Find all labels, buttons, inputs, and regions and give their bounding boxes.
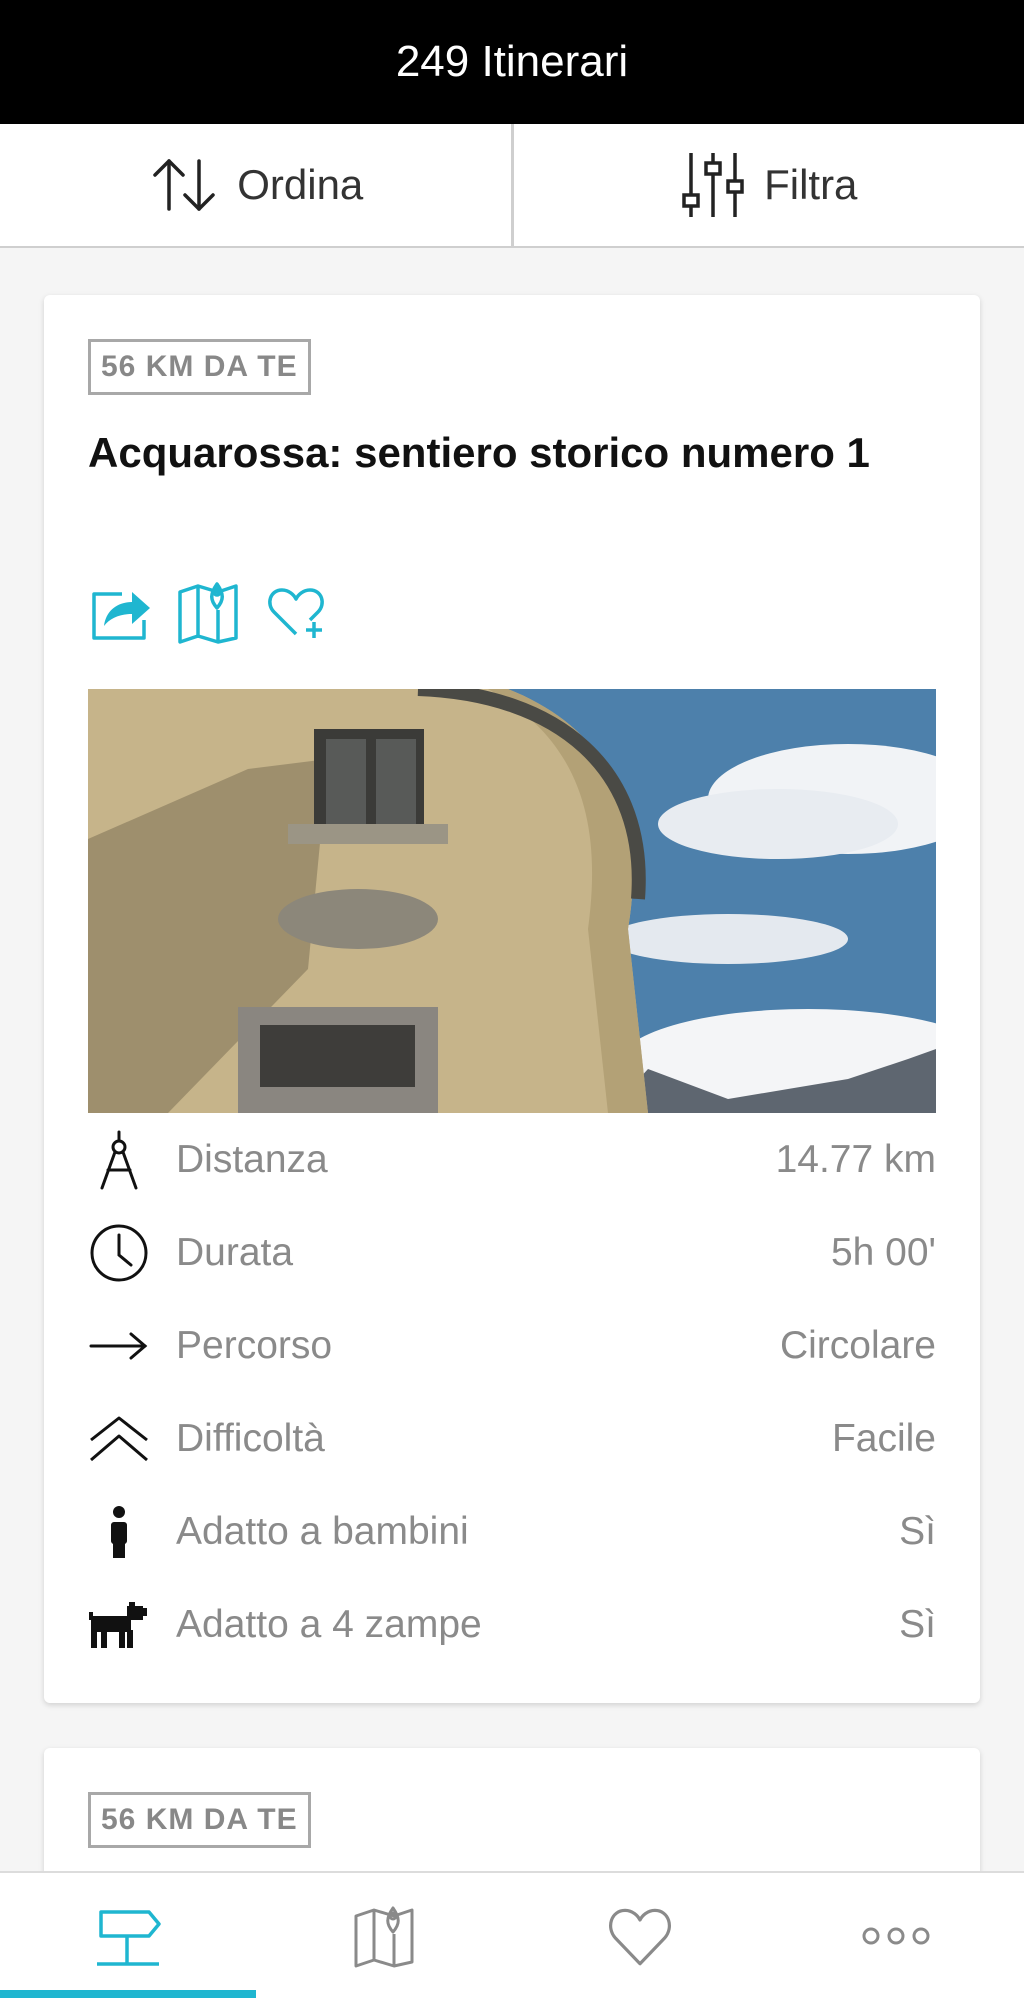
detail-label: Durata	[176, 1230, 294, 1274]
itinerary-card[interactable]: 56 KM DA TE Acquarossa: sentiero storico…	[44, 295, 980, 1703]
dog-icon	[89, 1601, 147, 1648]
sort-icon	[153, 159, 215, 211]
distance-badge: 56 KM DA TE	[88, 1792, 311, 1848]
distance-badge: 56 KM DA TE	[88, 339, 311, 395]
top-bar: 249 Itinerari	[0, 0, 1024, 124]
detail-value: 5h 00'	[830, 1230, 936, 1274]
detail-row-duration: Durata 5h 00'	[88, 1206, 936, 1299]
itinerary-photo[interactable]	[88, 689, 936, 1113]
signpost-icon	[97, 1909, 161, 1966]
itinerary-title[interactable]: Acquarossa: sentiero storico numero 1	[88, 425, 888, 481]
detail-row-dogs: Adatto a 4 zampe Sì	[88, 1578, 936, 1671]
filter-label: Filtra	[764, 161, 858, 208]
detail-row-route: Percorso Circolare	[88, 1299, 936, 1392]
detail-label: Adatto a bambini	[176, 1509, 469, 1553]
map-icon[interactable]	[176, 580, 240, 644]
page-title: 249 Itinerari	[395, 37, 629, 86]
tower-sky-image	[88, 689, 936, 1113]
map-icon	[354, 1906, 414, 1967]
clock-icon	[90, 1224, 148, 1281]
card-actions	[88, 580, 328, 644]
detail-value: Sì	[899, 1509, 936, 1553]
share-icon[interactable]	[88, 580, 152, 644]
person-icon	[111, 1505, 127, 1558]
detail-label: Distanza	[176, 1137, 328, 1181]
active-tab-indicator	[0, 1990, 256, 1998]
tab-favorites[interactable]	[512, 1873, 768, 1998]
bottom-tab-bar	[0, 1871, 1024, 1998]
sort-button[interactable]: Ordina	[0, 124, 511, 246]
sliders-icon	[682, 153, 744, 217]
sort-filter-toolbar: Ordina Filtra	[0, 124, 1024, 248]
itinerary-details: Distanza 14.77 km Durata 5h 00' Percorso…	[88, 1113, 936, 1671]
compass-icon	[100, 1130, 138, 1189]
tab-more[interactable]	[768, 1873, 1024, 1998]
heart-icon	[609, 1908, 671, 1965]
more-icon	[862, 1927, 930, 1944]
detail-value: 14.77 km	[775, 1137, 936, 1181]
arrow-right-icon	[89, 1332, 148, 1359]
detail-value: Sì	[899, 1602, 936, 1646]
tab-itineraries[interactable]	[0, 1873, 256, 1998]
detail-value: Facile	[831, 1416, 936, 1460]
detail-label: Adatto a 4 zampe	[176, 1602, 482, 1646]
detail-row-distance: Distanza 14.77 km	[88, 1113, 936, 1206]
tab-map[interactable]	[256, 1873, 512, 1998]
filter-button[interactable]: Filtra	[514, 124, 1024, 246]
detail-row-difficulty: Difficoltà Facile	[88, 1392, 936, 1485]
double-chevron-up-icon	[90, 1416, 148, 1461]
favorite-add-icon[interactable]	[264, 580, 328, 644]
detail-value: Circolare	[779, 1323, 936, 1367]
detail-label: Difficoltà	[176, 1416, 325, 1460]
detail-label: Percorso	[176, 1323, 333, 1367]
sort-label: Ordina	[237, 161, 364, 208]
detail-row-children: Adatto a bambini Sì	[88, 1485, 936, 1578]
